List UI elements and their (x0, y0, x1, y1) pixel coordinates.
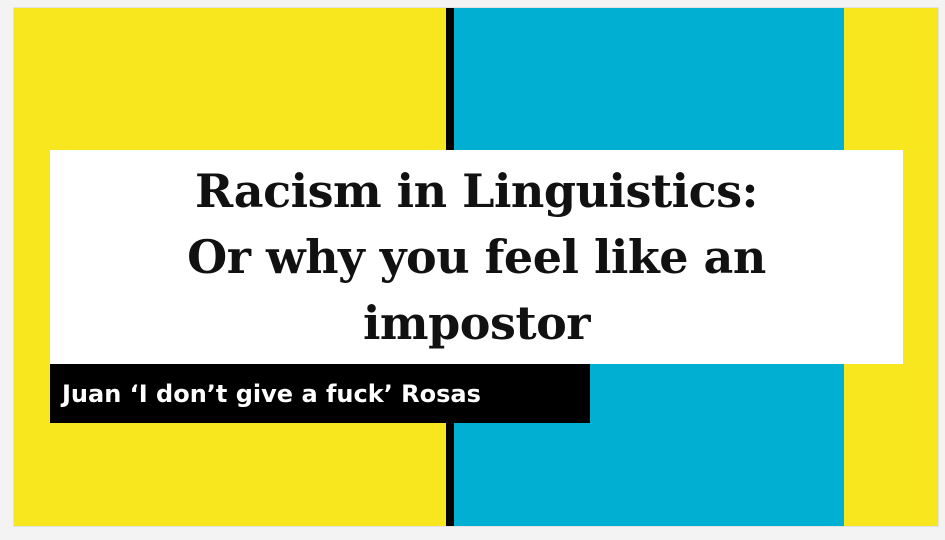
slide-subtitle: Juan ‘I don’t give a fuck’ Rosas (62, 379, 481, 408)
presentation-slide: Racism in Linguistics: Or why you feel l… (14, 8, 938, 526)
title-box: Racism in Linguistics: Or why you feel l… (50, 150, 903, 364)
subtitle-box: Juan ‘I don’t give a fuck’ Rosas (50, 364, 590, 423)
slide-title: Racism in Linguistics: Or why you feel l… (187, 164, 766, 350)
